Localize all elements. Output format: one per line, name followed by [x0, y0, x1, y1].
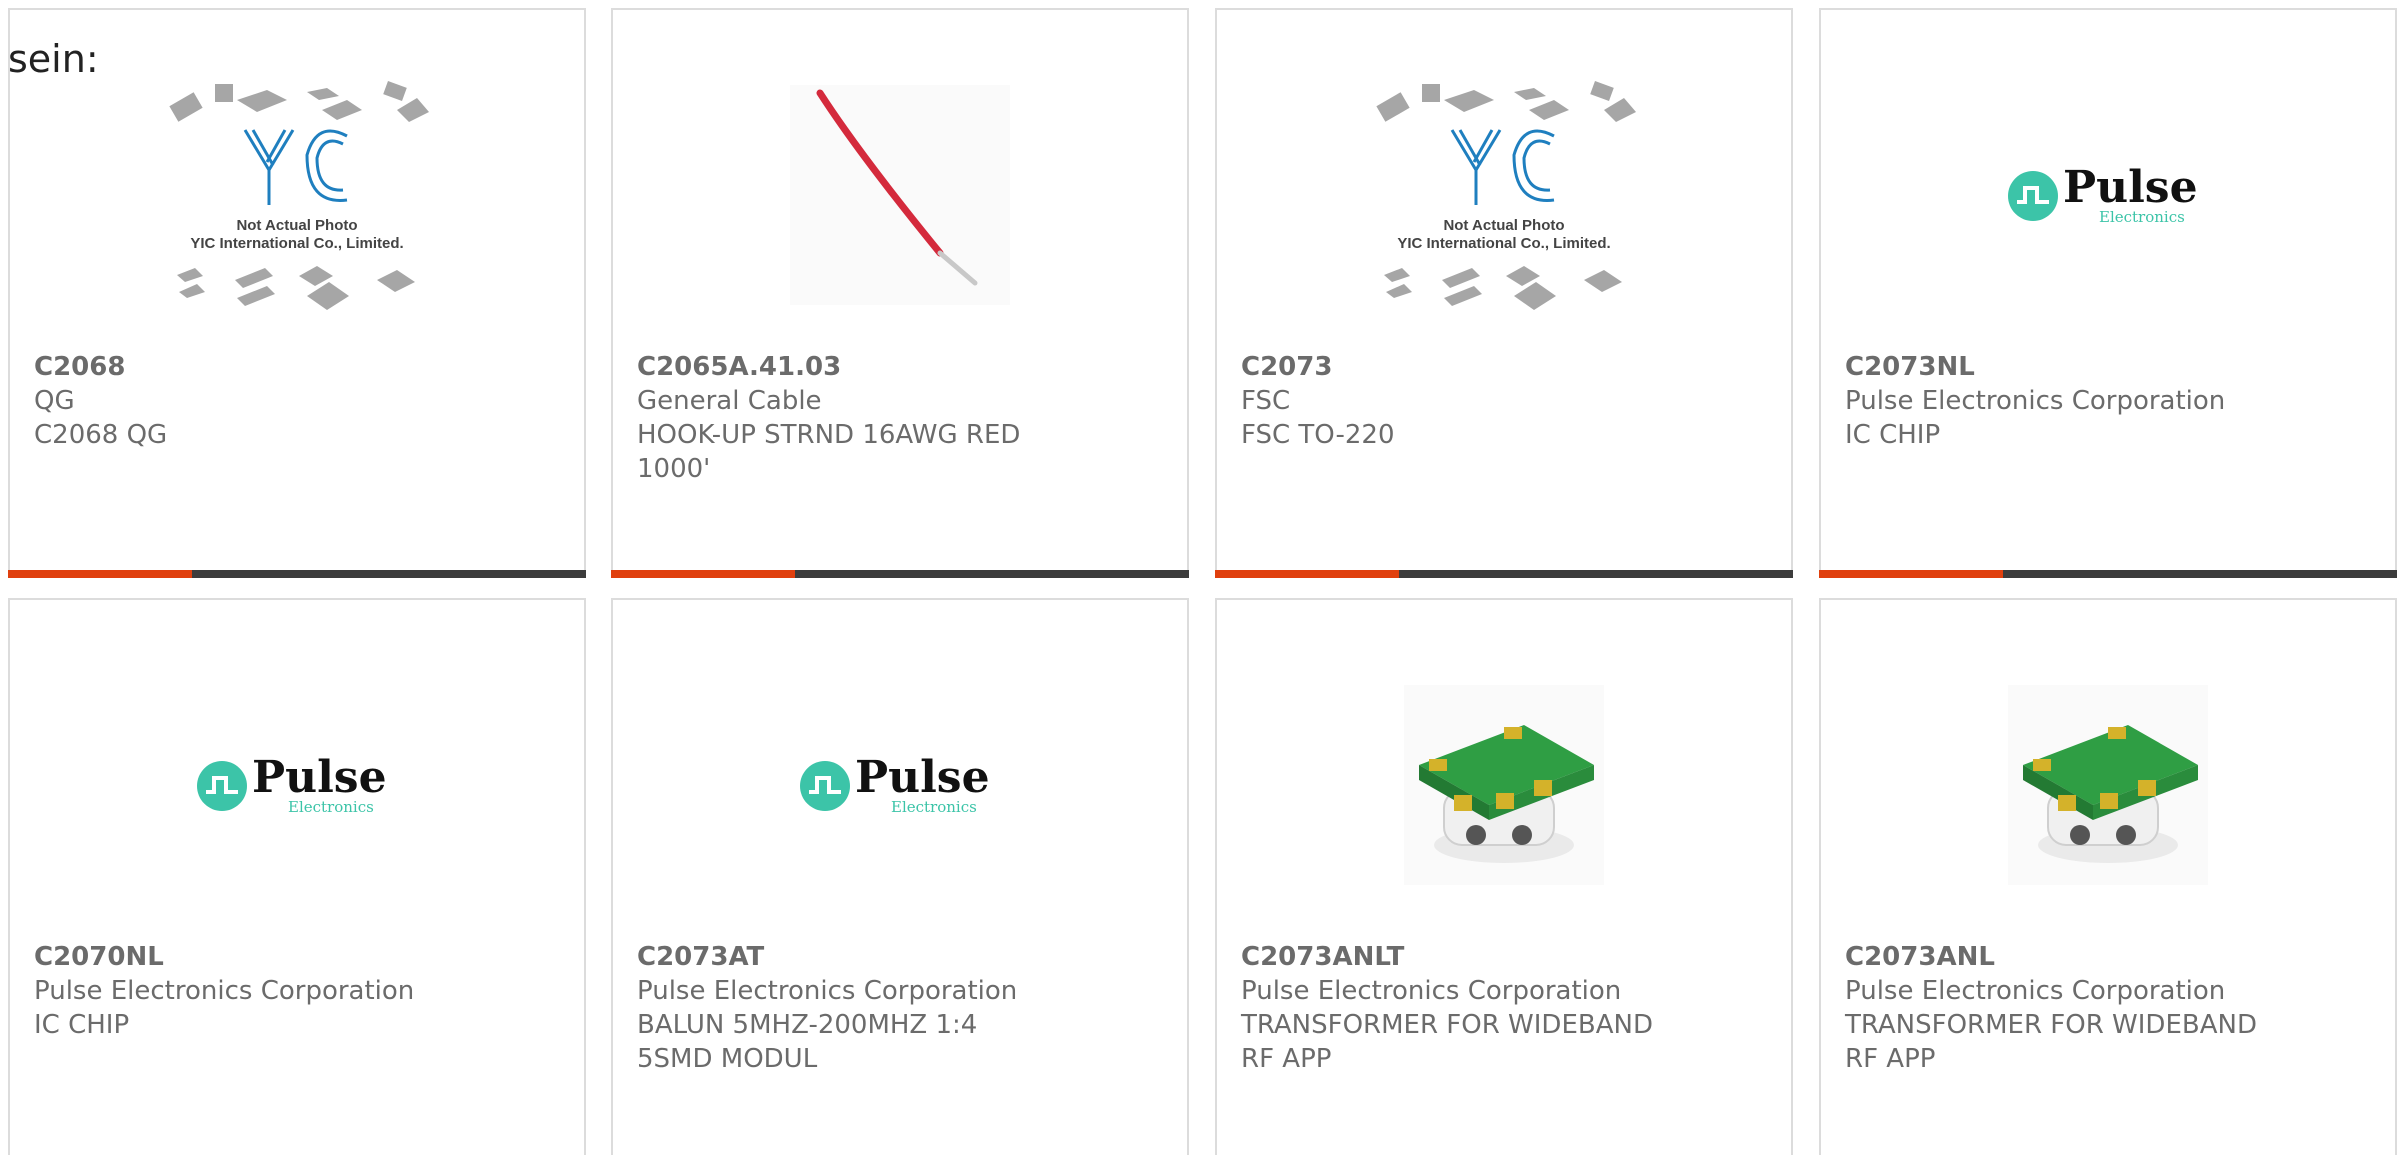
manufacturer: Pulse Electronics Corporation — [1845, 976, 2226, 1006]
card-accent-bar — [8, 570, 192, 578]
product-card[interactable]: Not Actual Photo YIC International Co., … — [1215, 8, 1793, 578]
product-card[interactable]: C2065A.41.03 General Cable HOOK-UP STRND… — [611, 8, 1189, 578]
part-number[interactable]: C2065A.41.03 — [637, 350, 1163, 384]
manufacturer: Pulse Electronics Corporation — [1241, 976, 1622, 1006]
yic-placeholder-image: Not Actual Photo YIC International Co., … — [169, 81, 429, 310]
manufacturer: FSC — [1241, 386, 1291, 416]
yic-text-line-1: Not Actual Photo — [1443, 217, 1564, 234]
pulse-logo-image: Pulse Electronics — [800, 752, 990, 816]
svg-text:Pulse: Pulse — [2063, 162, 2198, 213]
svg-text:Electronics: Electronics — [288, 798, 374, 816]
yic-text-line-2: YIC International Co., Limited. — [1397, 235, 1610, 252]
product-grid-page: sein: Not Actual Photo YIC International… — [0, 0, 2400, 1155]
product-info: C2065A.41.03 General Cable HOOK-UP STRND… — [637, 350, 1163, 486]
svg-text:Pulse: Pulse — [855, 752, 990, 803]
manufacturer: General Cable — [637, 386, 822, 416]
pulse-logo-image: Pulse Electronics — [2008, 162, 2198, 226]
yic-text-line-2: YIC International Co., Limited. — [190, 235, 403, 252]
product-info: C2073ANL Pulse Electronics Corporation T… — [1845, 940, 2371, 1076]
product-info: C2073AT Pulse Electronics Corporation BA… — [637, 940, 1163, 1076]
product-info: C2073ANLT Pulse Electronics Corporation … — [1241, 940, 1767, 1076]
product-card[interactable]: C2073ANL Pulse Electronics Corporation T… — [1819, 598, 2397, 1155]
manufacturer: Pulse Electronics Corporation — [34, 976, 415, 1006]
manufacturer: QG — [34, 386, 75, 416]
product-image[interactable] — [1217, 620, 1791, 950]
pulse-logo-image: Pulse Electronics — [197, 752, 387, 816]
product-image[interactable]: Pulse Electronics — [613, 620, 1187, 950]
part-number[interactable]: C2073AT — [637, 940, 1163, 974]
part-number[interactable]: C2073 — [1241, 350, 1767, 384]
description: BALUN 5MHZ-200MHZ 1:4 5SMD MODUL — [637, 1010, 978, 1074]
product-image[interactable] — [613, 30, 1187, 360]
card-bottom-bar — [1819, 570, 2397, 578]
product-image[interactable]: Pulse Electronics — [1821, 30, 2395, 360]
description: TRANSFORMER FOR WIDEBAND RF APP — [1241, 1010, 1653, 1074]
svg-text:Electronics: Electronics — [891, 798, 977, 816]
product-image[interactable]: Pulse Electronics — [10, 620, 584, 950]
product-card[interactable]: Pulse Electronics C2070NL Pulse Electron… — [8, 598, 586, 1155]
svg-text:Electronics: Electronics — [2099, 208, 2185, 226]
card-bottom-bar — [1215, 570, 1793, 578]
card-accent-bar — [1215, 570, 1399, 578]
yic-placeholder-image: Not Actual Photo YIC International Co., … — [1376, 81, 1636, 310]
product-card[interactable]: C2073ANLT Pulse Electronics Corporation … — [1215, 598, 1793, 1155]
part-number[interactable]: C2073ANLT — [1241, 940, 1767, 974]
description: IC CHIP — [1845, 420, 1941, 450]
manufacturer: Pulse Electronics Corporation — [1845, 386, 2226, 416]
smd-transformer-image — [1404, 685, 1604, 885]
product-grid: Not Actual Photo YIC International Co., … — [0, 0, 2400, 1155]
product-info: C2068 QG C2068 QG — [34, 350, 560, 452]
part-number[interactable]: C2073NL — [1845, 350, 2371, 384]
product-info: C2070NL Pulse Electronics Corporation IC… — [34, 940, 560, 1042]
card-bottom-bar — [611, 570, 1189, 578]
yic-text-line-1: Not Actual Photo — [236, 217, 357, 234]
description: HOOK-UP STRND 16AWG RED 1000' — [637, 420, 1021, 484]
product-info: C2073 FSC FSC TO-220 — [1241, 350, 1767, 452]
svg-text:Pulse: Pulse — [252, 752, 387, 803]
description: IC CHIP — [34, 1010, 130, 1040]
product-card[interactable]: Pulse Electronics C2073AT Pulse Electron… — [611, 598, 1189, 1155]
card-accent-bar — [1819, 570, 2003, 578]
description: FSC TO-220 — [1241, 420, 1395, 450]
product-image[interactable] — [1821, 620, 2395, 950]
part-number[interactable]: C2068 — [34, 350, 560, 384]
product-card[interactable]: Not Actual Photo YIC International Co., … — [8, 8, 586, 578]
product-image[interactable]: Not Actual Photo YIC International Co., … — [1217, 30, 1791, 360]
part-number[interactable]: C2073ANL — [1845, 940, 2371, 974]
manufacturer: Pulse Electronics Corporation — [637, 976, 1018, 1006]
card-accent-bar — [611, 570, 795, 578]
intro-text: sein: — [8, 37, 99, 81]
smd-transformer-image — [2008, 685, 2208, 885]
part-number[interactable]: C2070NL — [34, 940, 560, 974]
product-info: C2073NL Pulse Electronics Corporation IC… — [1845, 350, 2371, 452]
description: C2068 QG — [34, 420, 168, 450]
description: TRANSFORMER FOR WIDEBAND RF APP — [1845, 1010, 2257, 1074]
red-wire-image — [790, 85, 1010, 305]
product-card[interactable]: Pulse Electronics C2073NL Pulse Electron… — [1819, 8, 2397, 578]
card-bottom-bar — [8, 570, 586, 578]
